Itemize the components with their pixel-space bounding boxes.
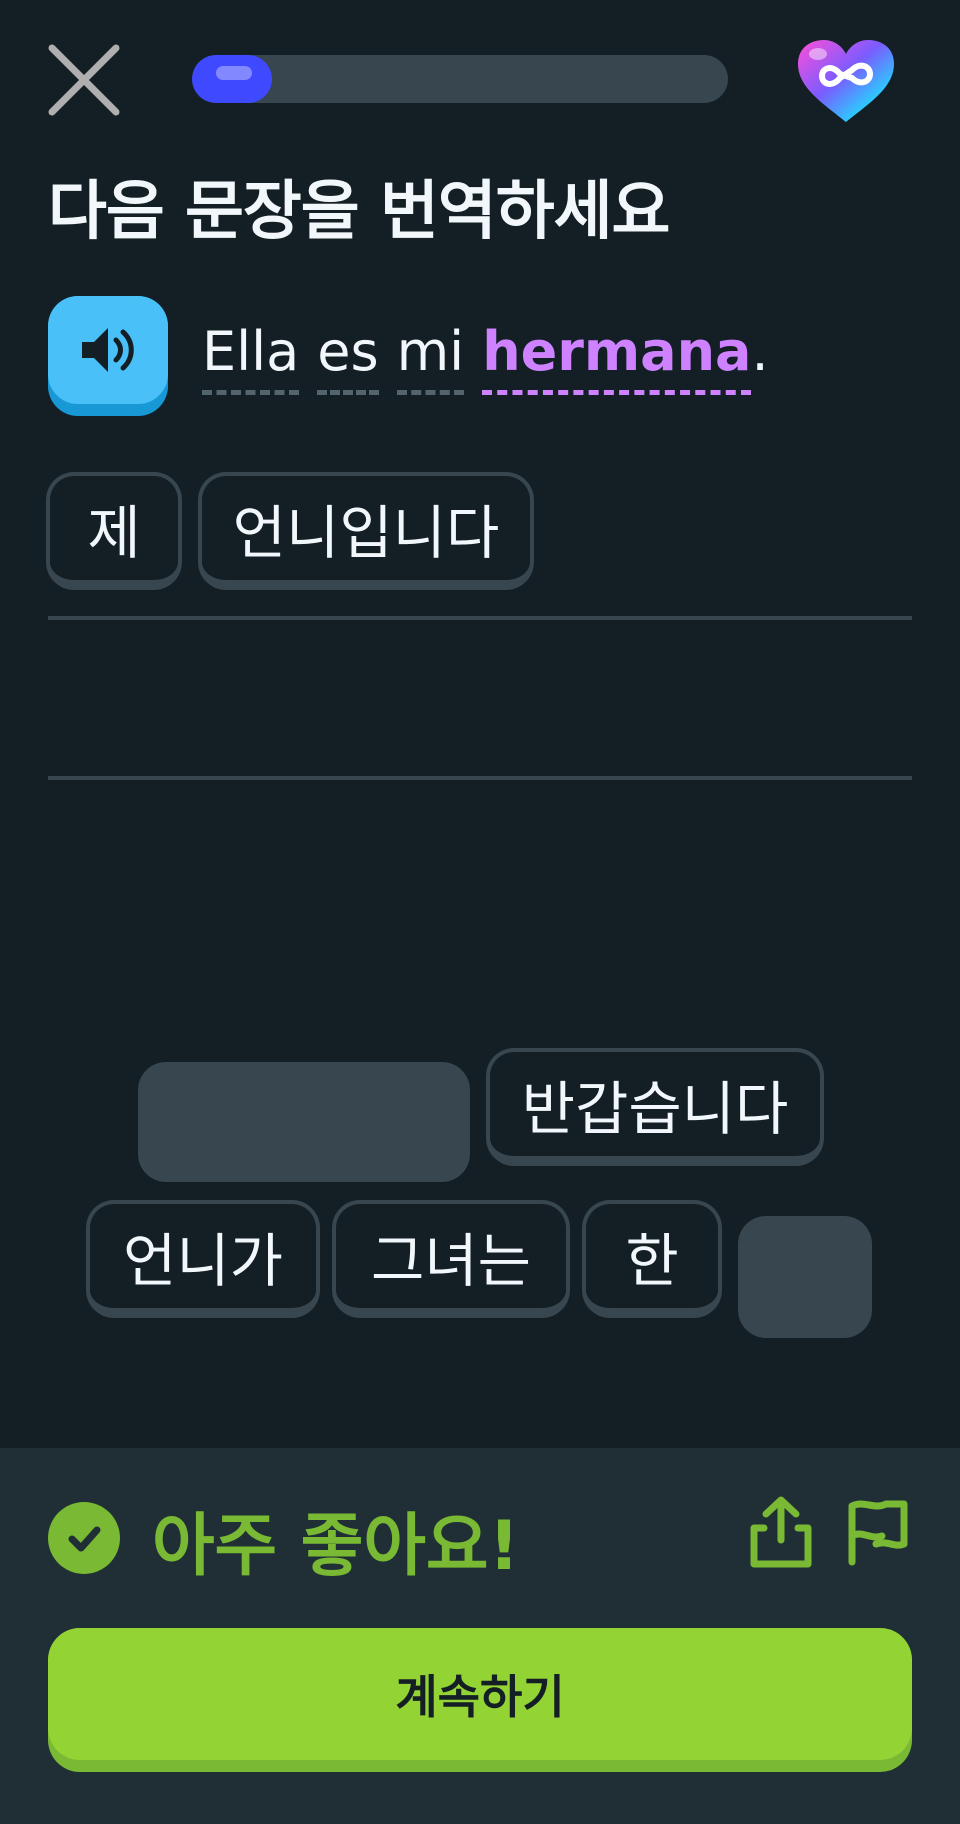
- sentence-word[interactable]: Ella: [202, 320, 300, 395]
- close-button[interactable]: [44, 40, 124, 120]
- speaker-button-face: [48, 296, 168, 404]
- sentence-word[interactable]: es: [317, 320, 379, 395]
- continue-button[interactable]: 계속하기: [48, 1628, 912, 1772]
- progress-fill: [192, 55, 273, 103]
- source-sentence: Ella es mi hermana .: [202, 320, 769, 395]
- report-button[interactable]: [844, 1496, 910, 1568]
- infinity-heart-icon: [798, 40, 894, 122]
- hearts-counter[interactable]: [796, 38, 896, 124]
- speaker-icon: [82, 328, 134, 372]
- progress-bar: [192, 55, 728, 103]
- answer-line: [48, 616, 912, 620]
- word-bank-tile[interactable]: 한: [582, 1200, 722, 1318]
- success-badge: [48, 1502, 120, 1574]
- sentence-new-word[interactable]: hermana: [482, 320, 752, 395]
- share-button[interactable]: [746, 1494, 816, 1570]
- answer-line: [48, 776, 912, 780]
- answer-tile[interactable]: 제: [46, 472, 182, 590]
- sentence-word[interactable]: mi: [396, 320, 464, 395]
- progress-shine: [216, 66, 252, 80]
- word-bank-tile[interactable]: 반갑습니다: [486, 1048, 824, 1166]
- check-icon: [68, 1526, 101, 1552]
- empty-word-slot: [738, 1216, 872, 1338]
- exercise-title: 다음 문장을 번역하세요: [48, 175, 670, 249]
- answer-tile[interactable]: 언니입니다: [198, 472, 534, 590]
- word-bank-tile[interactable]: 언니가: [86, 1200, 320, 1318]
- close-icon: [48, 44, 120, 116]
- flag-icon: [848, 1500, 908, 1566]
- continue-button-label: 계속하기: [48, 1628, 912, 1760]
- share-icon: [750, 1496, 812, 1568]
- word-bank-tile[interactable]: 그녀는: [332, 1200, 570, 1318]
- feedback-message: 아주 좋아요!: [152, 1507, 520, 1586]
- empty-word-slot: [138, 1062, 470, 1182]
- sentence-punctuation: .: [751, 320, 769, 383]
- play-audio-button[interactable]: [48, 296, 168, 416]
